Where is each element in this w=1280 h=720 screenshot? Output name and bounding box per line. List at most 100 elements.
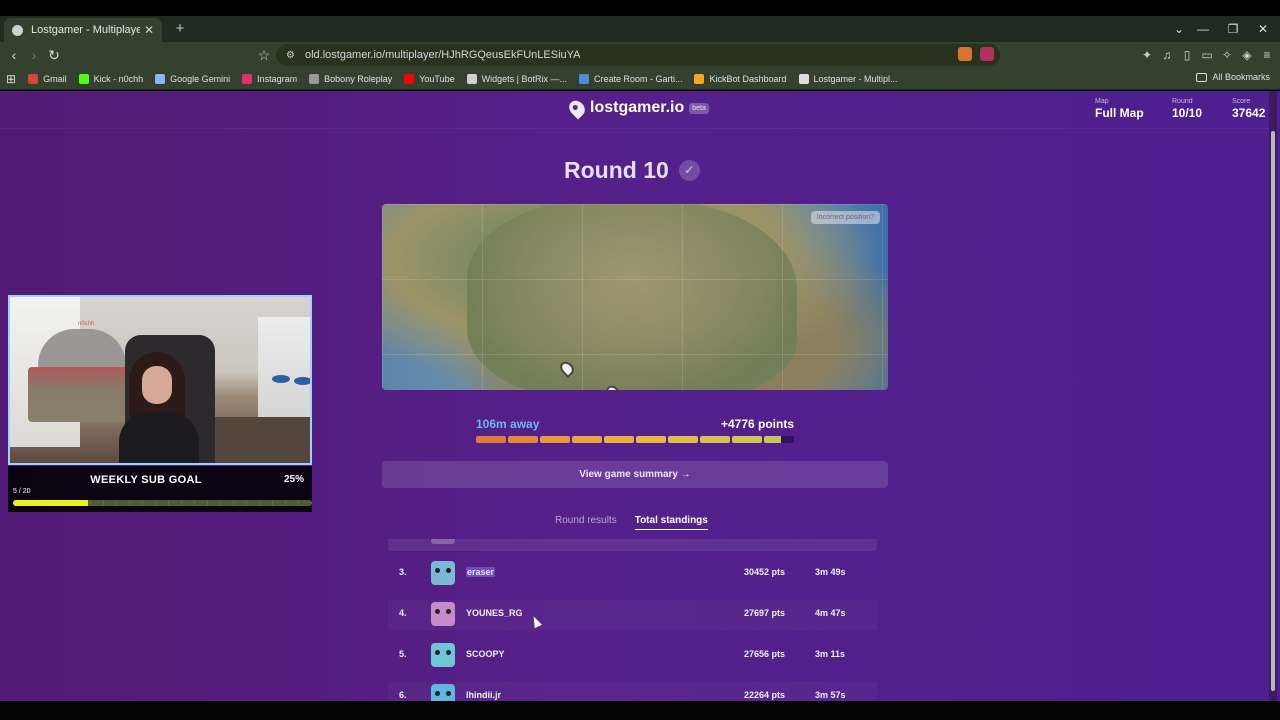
- all-bookmarks-label: All Bookmarks: [1212, 72, 1270, 82]
- avatar-eye: [446, 691, 451, 696]
- logo-text: lostgamer.io: [590, 99, 685, 116]
- tab-strip: Lostgamer - Multiplayer ✕ + ⌄ — ❐ ✕: [0, 16, 1280, 42]
- lostgamer-logo[interactable]: lostgamer.io beta: [566, 97, 709, 119]
- avatar-eye: [435, 609, 440, 614]
- sub-goal-progress-fill: [13, 500, 88, 506]
- bookmark-star-icon[interactable]: ☆: [254, 45, 274, 65]
- reload-button[interactable]: ↻: [44, 45, 64, 65]
- close-window-button[interactable]: ✕: [1248, 16, 1278, 42]
- bookmark-item[interactable]: KickBot Dashboard: [694, 73, 787, 84]
- result-map[interactable]: Incorrect position?: [382, 204, 888, 390]
- maximize-button[interactable]: ❐: [1218, 16, 1248, 42]
- apps-grid-icon[interactable]: ⊞: [6, 72, 16, 86]
- rank: 3.: [399, 567, 407, 577]
- bookmark-label: Kick - n0chh: [93, 73, 144, 84]
- tab-lostgamer[interactable]: Lostgamer - Multiplayer ✕: [4, 18, 162, 42]
- menu-icon[interactable]: ≡: [1258, 45, 1276, 65]
- stat-label: Score: [1232, 98, 1251, 105]
- avatar: [431, 602, 455, 626]
- bookmark-label: Google Gemini: [170, 73, 231, 84]
- map-pin-logo-icon: [566, 97, 588, 119]
- media-icon[interactable]: ♫: [1158, 45, 1176, 65]
- avatar-eye: [435, 568, 440, 573]
- wallet-icon[interactable]: ▭: [1198, 45, 1216, 65]
- tab-title: Lostgamer - Multiplayer: [31, 24, 140, 36]
- bookmark-favicon-icon: [694, 73, 705, 84]
- beta-badge: beta: [689, 102, 709, 114]
- rank: 6.: [399, 690, 407, 700]
- bookmark-item[interactable]: Bobony Roleplay: [309, 73, 392, 84]
- score-segment-fill: [732, 436, 762, 443]
- standings-row-partial: [388, 539, 877, 551]
- standings-row[interactable]: 3. eraser 30452 pts 3m 49s: [388, 559, 877, 589]
- score-segment: [476, 436, 506, 443]
- app-header: lostgamer.io beta Map Full Map Round 10/…: [0, 91, 1270, 129]
- score-segment-fill: [604, 436, 634, 443]
- extensions-icon[interactable]: ✦: [1138, 45, 1156, 65]
- standings-row[interactable]: 6. lhindii.jr 22264 pts 3m 57s: [388, 682, 877, 701]
- bookmark-item[interactable]: Widgets | BotRix —...: [466, 73, 567, 84]
- scrollbar-thumb[interactable]: [1271, 131, 1275, 691]
- url-text[interactable]: old.lostgamer.io/multiplayer/HJhRGQeusEk…: [305, 49, 977, 61]
- avatar: [431, 561, 455, 585]
- avatar-face-icon: [435, 691, 451, 699]
- forward-button[interactable]: ›: [24, 45, 44, 65]
- page-scrollbar[interactable]: [1269, 91, 1277, 701]
- cam-wall-tag: n0chh: [78, 321, 95, 327]
- tab-total-standings[interactable]: Total standings: [634, 515, 708, 530]
- address-bar[interactable]: ⚙ old.lostgamer.io/multiplayer/HJhRGQeus…: [276, 44, 1000, 66]
- vpn-icon[interactable]: ◈: [1238, 45, 1256, 65]
- stat-label: Round: [1172, 98, 1193, 105]
- bookmark-item[interactable]: Kick - n0chh: [78, 73, 144, 84]
- avatar: [431, 684, 455, 701]
- score-segment: [572, 436, 602, 443]
- bookmark-label: Instagram: [257, 73, 298, 84]
- avatar-eye: [446, 609, 451, 614]
- bookmark-item[interactable]: Create Room - Garti...: [578, 73, 682, 84]
- bookmark-item[interactable]: Instagram: [242, 73, 298, 84]
- rank: 5.: [399, 649, 407, 659]
- player-points: 30452 pts: [744, 567, 786, 577]
- site-info-icon[interactable]: ⚙: [286, 50, 295, 61]
- bookmark-label: Lostgamer - Multipl...: [813, 73, 898, 84]
- bookmark-favicon-icon: [309, 73, 320, 84]
- brave-shield-icon[interactable]: [958, 47, 972, 61]
- incorrect-position-button[interactable]: Incorrect position?: [810, 211, 880, 224]
- cam-stool: [294, 377, 310, 385]
- score-segment: [604, 436, 634, 443]
- round-title-text: Round 10: [564, 157, 669, 183]
- score-segment: [764, 436, 794, 443]
- bookmark-favicon-icon: [404, 73, 415, 84]
- stat-score: Score 37642: [1232, 98, 1265, 120]
- score-segment-fill: [540, 436, 570, 443]
- back-button[interactable]: ‹: [4, 45, 24, 65]
- rewards-icon[interactable]: [980, 47, 994, 61]
- leo-ai-icon[interactable]: ✧: [1218, 45, 1236, 65]
- webcam-overlay: n0chh: [8, 295, 312, 465]
- bookmark-item[interactable]: YouTube: [404, 73, 455, 84]
- tab-close-icon[interactable]: ✕: [144, 23, 154, 37]
- standings-row[interactable]: 5. SCOOPY 27656 pts 3m 11s: [388, 641, 877, 671]
- bookmark-favicon-icon: [578, 73, 589, 84]
- bookmark-item[interactable]: Google Gemini: [155, 73, 231, 84]
- stat-value: Full Map: [1095, 106, 1144, 120]
- avatar-face-icon: [435, 650, 451, 658]
- bookmark-item[interactable]: Lostgamer - Multipl...: [798, 73, 898, 84]
- sidebar-icon[interactable]: ▯: [1178, 45, 1196, 65]
- cam-streamer: [113, 352, 213, 463]
- minimize-button[interactable]: —: [1188, 16, 1218, 42]
- bookmark-label: YouTube: [419, 73, 455, 84]
- bookmark-item[interactable]: Gmail: [28, 73, 67, 84]
- standings-row[interactable]: 4. YOUNES_RG 27697 pts 4m 47s: [388, 600, 877, 630]
- score-segment-fill: [764, 436, 781, 443]
- view-game-summary-button[interactable]: View game summary →: [382, 461, 888, 488]
- score-segment: [668, 436, 698, 443]
- cam-face: [142, 366, 172, 404]
- all-bookmarks[interactable]: All Bookmarks: [1196, 72, 1270, 82]
- avatar: [431, 643, 455, 667]
- tab-round-results[interactable]: Round results: [555, 515, 617, 530]
- new-tab-button[interactable]: +: [170, 18, 190, 40]
- bookmark-label: Widgets | BotRix —...: [481, 73, 567, 84]
- check-icon: ✓: [678, 160, 700, 181]
- stat-round: Round 10/10: [1172, 98, 1202, 120]
